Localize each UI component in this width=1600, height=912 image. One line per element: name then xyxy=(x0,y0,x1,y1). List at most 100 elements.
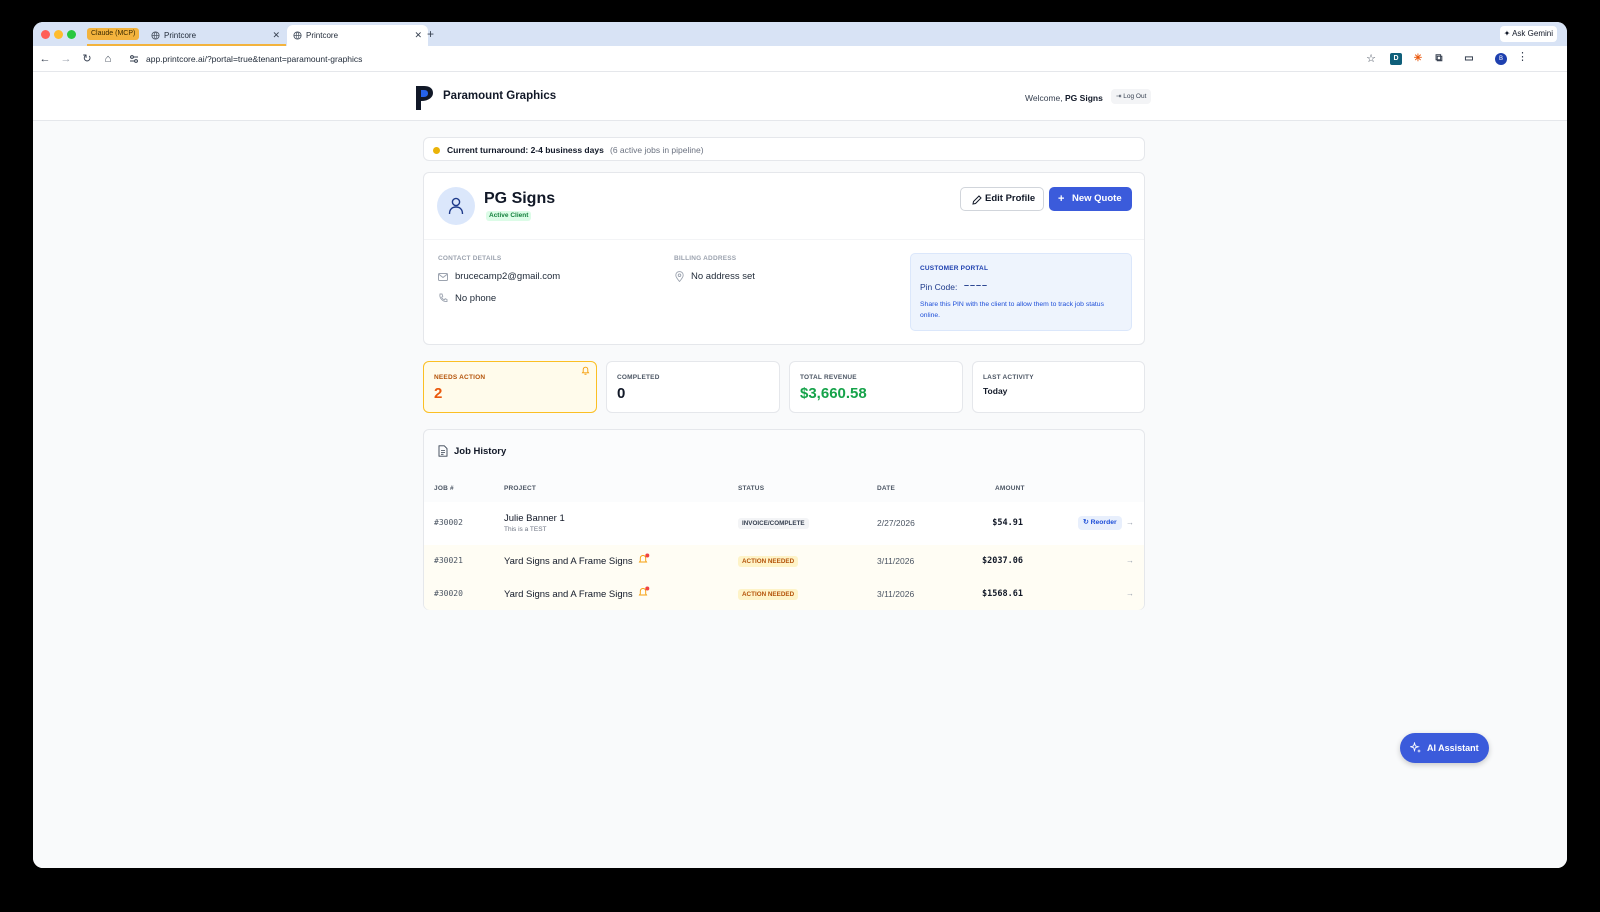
home-icon[interactable]: ⌂ xyxy=(100,51,116,67)
customer-portal-box: CUSTOMER PORTAL Pin Code: –––– Share thi… xyxy=(910,253,1132,331)
logout-button[interactable]: ⇥ Log Out xyxy=(1111,89,1152,104)
extensions-puzzle-icon[interactable]: ⧉ xyxy=(1433,53,1445,65)
turnaround-banner: Current turnaround: 2-4 business days (6… xyxy=(423,137,1145,161)
pencil-icon xyxy=(972,195,982,205)
profile-avatar[interactable]: B xyxy=(1495,53,1507,65)
table-row[interactable]: #30020 Yard Signs and A Frame Signs ACTI… xyxy=(424,578,1144,610)
column-header-amount: AMOUNT xyxy=(995,485,1025,492)
logout-label: Log Out xyxy=(1123,93,1147,100)
arrow-right-icon[interactable]: → xyxy=(1126,589,1134,598)
project-name: Julie Banner 1 xyxy=(504,513,565,524)
pipeline-count: (6 active jobs in pipeline) xyxy=(610,145,704,155)
address-bar[interactable]: app.printcore.ai/?portal=true&tenant=par… xyxy=(123,49,1378,69)
close-tab-icon[interactable]: ✕ xyxy=(272,25,280,46)
needs-action-label: NEEDS ACTION xyxy=(434,374,486,381)
tab-printcore-1[interactable]: Printcore ✕ xyxy=(145,25,286,46)
needs-action-card[interactable]: NEEDS ACTION 2 xyxy=(423,361,597,413)
mail-icon xyxy=(438,273,448,281)
job-number: #30020 xyxy=(434,589,463,598)
table-row[interactable]: #30002 Julie Banner 1 This is a TEST INV… xyxy=(424,502,1144,545)
contact-heading: CONTACT DETAILS xyxy=(438,255,502,262)
client-profile-card: PG Signs Active Client Edit Profile + Ne… xyxy=(423,172,1145,345)
project-note: This is a TEST xyxy=(504,526,547,533)
maximize-window-button[interactable] xyxy=(67,30,76,39)
job-amount: $1568.61 xyxy=(982,589,1023,599)
forward-icon[interactable]: → xyxy=(58,51,74,67)
status-badge: INVOICE/COMPLETE xyxy=(738,518,809,529)
claude-extension-icon[interactable]: ✳ xyxy=(1412,53,1424,65)
reorder-button[interactable]: ↻ Reorder xyxy=(1078,516,1122,530)
bell-alert-icon xyxy=(638,553,650,563)
welcome-name: PG Signs xyxy=(1065,93,1103,103)
completed-card: COMPLETED 0 xyxy=(606,361,780,413)
client-email: brucecamp2@gmail.com xyxy=(455,271,561,282)
globe-icon xyxy=(151,31,160,40)
tab-group-chip[interactable]: Claude (MCP) xyxy=(87,28,140,40)
column-header-project: PROJECT xyxy=(504,485,537,492)
revenue-label: TOTAL REVENUE xyxy=(800,374,857,381)
tab-title: Printcore xyxy=(306,31,339,40)
job-date: 2/27/2026 xyxy=(877,518,915,528)
activity-value: Today xyxy=(983,386,1008,396)
cast-icon[interactable]: ▭ xyxy=(1463,53,1475,65)
browser-toolbar: ← → ↻ ⌂ app.printcore.ai/?portal=true&te… xyxy=(33,46,1567,72)
last-activity-card: LAST ACTIVITY Today xyxy=(972,361,1145,413)
completed-value: 0 xyxy=(617,385,626,402)
client-name: PG Signs xyxy=(484,190,556,207)
turnaround-text: Current turnaround: 2-4 business days xyxy=(447,145,604,155)
close-tab-icon[interactable]: ✕ xyxy=(414,25,422,46)
arrow-right-icon[interactable]: → xyxy=(1126,518,1134,527)
browser-window: Claude (MCP) Printcore ✕ Printcore ✕ + ✦… xyxy=(33,22,1567,868)
globe-icon xyxy=(293,31,302,40)
tab-title: Printcore xyxy=(164,31,197,40)
sparkle-icon: ✦ xyxy=(1503,29,1511,38)
ai-assistant-button[interactable]: AI Assistant xyxy=(1400,733,1489,763)
edit-profile-button[interactable]: Edit Profile xyxy=(960,187,1044,211)
pin-label: Pin Code: xyxy=(920,282,958,292)
column-header-status: STATUS xyxy=(738,485,765,492)
status-badge: Active Client xyxy=(486,211,532,221)
ask-gemini-button[interactable]: ✦ Ask Gemini xyxy=(1499,26,1557,42)
close-window-button[interactable] xyxy=(41,30,50,39)
bell-alert-icon xyxy=(638,586,650,596)
tab-strip: Claude (MCP) Printcore ✕ Printcore ✕ + ✦… xyxy=(33,22,1567,46)
reload-icon[interactable]: ↻ xyxy=(79,51,95,67)
new-quote-button[interactable]: + New Quote xyxy=(1049,187,1132,211)
logout-icon: ⇥ xyxy=(1116,93,1122,100)
extension-d-icon[interactable]: D xyxy=(1390,53,1402,65)
page-viewport: Paramount Graphics Welcome, PG Signs ⇥ L… xyxy=(33,73,1567,868)
new-quote-label: New Quote xyxy=(1072,193,1122,204)
browser-menu-icon[interactable]: ⋮ xyxy=(1517,50,1528,63)
document-icon xyxy=(438,445,448,457)
tab-printcore-2[interactable]: Printcore ✕ xyxy=(287,25,428,46)
job-amount: $54.91 xyxy=(992,518,1023,528)
portal-heading: CUSTOMER PORTAL xyxy=(920,265,989,272)
arrow-right-icon[interactable]: → xyxy=(1126,556,1134,565)
job-number: #30021 xyxy=(434,556,463,565)
new-tab-button[interactable]: + xyxy=(427,25,434,43)
refresh-icon: ↻ xyxy=(1083,519,1089,526)
welcome-text: Welcome, PG Signs xyxy=(1025,93,1103,103)
job-number: #30002 xyxy=(434,518,463,527)
status-badge: ACTION NEEDED xyxy=(738,556,799,567)
total-revenue-card: TOTAL REVENUE $3,660.58 xyxy=(789,361,963,413)
minimize-window-button[interactable] xyxy=(54,30,63,39)
table-row[interactable]: #30021 Yard Signs and A Frame Signs ACTI… xyxy=(424,545,1144,578)
job-history-title: Job History xyxy=(454,446,507,457)
back-icon[interactable]: ← xyxy=(37,51,53,67)
bookmark-star-icon[interactable]: ☆ xyxy=(1366,49,1376,69)
plus-icon: + xyxy=(1058,193,1065,205)
ask-gemini-label: Ask Gemini xyxy=(1512,29,1553,38)
printcore-logo[interactable] xyxy=(414,84,434,110)
site-settings-icon[interactable] xyxy=(129,54,139,64)
welcome-prefix: Welcome, xyxy=(1025,93,1063,103)
column-header-job: JOB # xyxy=(434,485,454,492)
ai-assistant-label: AI Assistant xyxy=(1427,743,1479,753)
job-history-card: Job History JOB # PROJECT STATUS DATE AM… xyxy=(423,429,1145,610)
status-badge: ACTION NEEDED xyxy=(738,589,799,600)
phone-icon xyxy=(439,293,448,302)
reorder-label: Reorder xyxy=(1090,519,1117,526)
avatar xyxy=(437,187,475,225)
project-name: Yard Signs and A Frame Signs xyxy=(504,589,633,600)
edit-profile-label: Edit Profile xyxy=(985,193,1036,204)
